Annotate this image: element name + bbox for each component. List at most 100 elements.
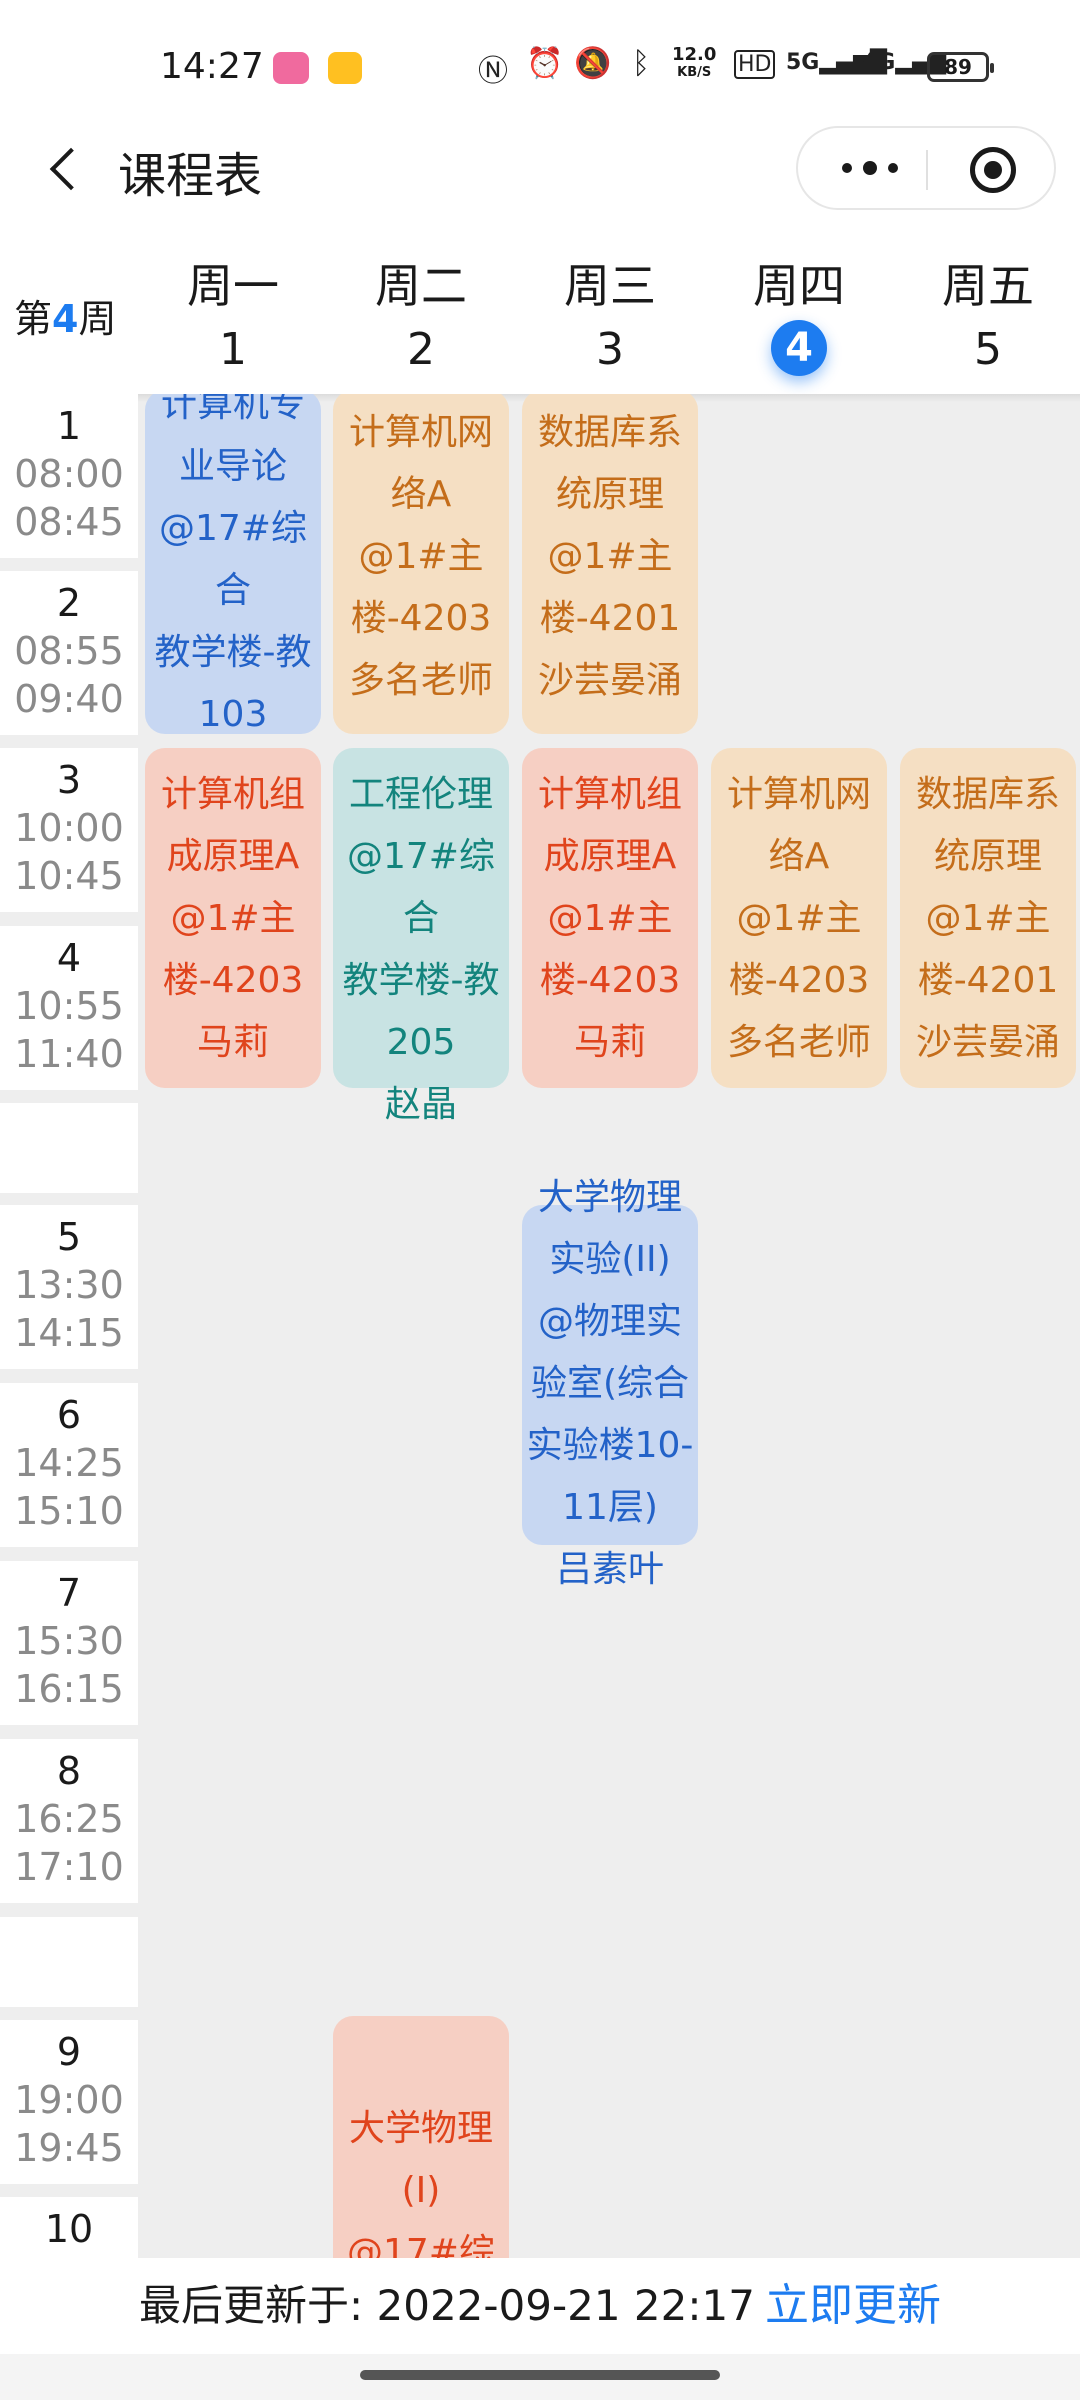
period-number: 3 (56, 758, 82, 802)
page-title: 课程表 (118, 148, 263, 204)
home-indicator[interactable] (360, 2370, 720, 2380)
capsule-divider (926, 150, 928, 190)
last-updated-text: 最后更新于: 2022-09-21 22:17 (139, 2281, 755, 2330)
day-date: 2 (407, 324, 435, 375)
course-line: (I) (401, 2170, 441, 2211)
title-bar: 课程表 (0, 120, 1080, 240)
course-line: 计算机网 (726, 774, 871, 815)
course-line: 教学楼-教 (342, 960, 500, 1001)
course-text: 数据库系 统原理 @1#主 楼-4201 沙芸晏涌 (522, 402, 698, 712)
day-date: 5 (974, 324, 1002, 375)
course-block[interactable]: 大学物理 (I) @17#综合 (333, 2016, 509, 2258)
course-line: 205 (386, 1022, 456, 1063)
update-footer: 最后更新于: 2022-09-21 22:17 立即更新 (0, 2258, 1080, 2354)
course-line: @1#主 (170, 898, 296, 939)
course-block[interactable]: 数据库系 统原理 @1#主 楼-4201 沙芸晏涌 (522, 394, 698, 734)
period-start-time: 16:25 (14, 1797, 124, 1841)
period-start-time: 14:25 (14, 1441, 124, 1485)
period-end-time: 11:40 (14, 1032, 124, 1076)
course-text: 大学物理 (I) @17#综合 (333, 2098, 509, 2258)
network-speed: 12.0 KB/S (672, 46, 716, 82)
period-10: 10 (0, 2197, 138, 2258)
course-line: 验室(综合 (530, 1363, 690, 1404)
course-line: 马莉 (196, 1022, 269, 1063)
course-line: 计算机网 (348, 412, 493, 453)
course-line: @1#主 (736, 898, 862, 939)
course-line: 计算机专 (160, 394, 305, 425)
course-line: @17#综合 (159, 508, 307, 611)
update-now-link[interactable]: 立即更新 (765, 2258, 941, 2354)
period-end-time: 17:10 (14, 1845, 124, 1889)
course-line: 大学物理 (348, 2108, 493, 2149)
battery-icon: 89 (927, 52, 994, 82)
course-text: 计算机网 络A @1#主 楼-4203 多名老师 (333, 402, 509, 712)
course-line: 楼-4201 (539, 598, 681, 639)
course-text: 计算机组成原理A @1#主楼-4203 马莉 (145, 764, 321, 1074)
course-line: 楼-4203 (162, 960, 304, 1001)
course-line: 多名老师 (726, 1022, 871, 1063)
course-text: 计算机专业导论@17#综合教学楼-教103魏战红 (145, 394, 321, 808)
course-line: 络A (768, 836, 830, 877)
more-menu-icon[interactable] (830, 148, 910, 188)
timetable-screen: 14:27 Ⓝ ⏰ 🔕 ᛒ 12.0 KB/S HD 5G▂▄▆█ 4G▂▄▆ … (0, 0, 1080, 2400)
week-selector[interactable]: 第4周 (14, 288, 116, 343)
day-name: 周三 (564, 259, 656, 313)
course-text: 数据库系 统原理 @1#主 楼-4201 沙芸晏涌 (900, 764, 1076, 1074)
course-line: 实验(II) (549, 1239, 671, 1280)
period-9: 9 19:00 19:45 (0, 2020, 138, 2184)
period-end-time: 09:40 (14, 677, 124, 721)
course-line: 计算机组 (537, 774, 682, 815)
period-end-time: 15:10 (14, 1489, 124, 1533)
day-name: 周一 (187, 259, 279, 313)
course-line: 成原理A (166, 836, 300, 877)
today-date-badge: 4 (771, 320, 827, 376)
break-gap (0, 1103, 138, 1193)
course-line: @1#主 (547, 898, 673, 939)
course-line: 业导论 (178, 446, 287, 487)
period-4: 4 10:55 11:40 (0, 926, 138, 1090)
break-gap (0, 1917, 138, 2007)
period-number: 2 (56, 581, 82, 625)
close-miniprogram-icon[interactable] (970, 147, 1016, 193)
course-line: 数据库系 (915, 774, 1060, 815)
period-number: 9 (56, 2030, 82, 2074)
week-number: 4 (52, 297, 79, 341)
course-line: 11层) (562, 1487, 658, 1528)
course-block[interactable]: 工程伦理 @17#综合 教学楼-教 205 赵晶 (333, 748, 509, 1125)
period-8: 8 16:25 17:10 (0, 1739, 138, 1903)
week-prefix: 第 (14, 297, 53, 341)
period-end-time: 14:15 (14, 1311, 124, 1355)
course-text: 大学物理 实验(II) @物理实 验室(综合 实验楼10- 11层) 吕素叶 (522, 1167, 698, 1601)
course-line: 计算机组 (160, 774, 305, 815)
course-line: @1#主 (358, 536, 484, 577)
course-block[interactable]: 大学物理 实验(II) @物理实 验室(综合 实验楼10- 11层) 吕素叶 (522, 1177, 698, 1590)
course-line: 楼-4201 (917, 960, 1059, 1001)
course-line: 数据库系 (537, 412, 682, 453)
bilibili-app-icon (273, 52, 309, 84)
day-name: 周二 (375, 259, 467, 313)
back-arrow-icon[interactable] (38, 140, 98, 200)
course-block[interactable]: 计算机专业导论@17#综合教学楼-教103魏战红 (145, 394, 321, 797)
schedule-grid: 1 08:00 08:45 2 08:55 09:40 3 10:00 10:45 4 10:55 1… (0, 394, 1080, 2258)
course-block[interactable]: 计算机组成原理A @1#主楼-4203 马莉 (145, 748, 321, 1088)
nfc-icon: Ⓝ (478, 54, 508, 89)
period-end-time: 08:45 (14, 500, 124, 544)
course-line: 统原理 (555, 474, 664, 515)
week-suffix: 周 (78, 297, 117, 341)
period-number: 5 (56, 1215, 82, 1259)
signal-4g-label: 4G (862, 50, 896, 75)
period-start-time: 19:00 (14, 2078, 124, 2122)
period-number: 6 (56, 1393, 82, 1437)
day-header-2: 周二 2 (333, 256, 509, 386)
period-start-time: 13:30 (14, 1263, 124, 1307)
period-3: 3 10:00 10:45 (0, 748, 138, 912)
period-6: 6 14:25 15:10 (0, 1383, 138, 1547)
course-block[interactable]: 计算机网 络A @1#主 楼-4203 多名老师 (711, 748, 887, 1088)
course-block[interactable]: 计算机网 络A @1#主 楼-4203 多名老师 (333, 394, 509, 734)
day-date: 3 (596, 324, 624, 375)
course-line: 楼-4203 (350, 598, 492, 639)
course-line: @1#主 (547, 536, 673, 577)
course-block[interactable]: 计算机组 成原理A @1#主 楼-4203 马莉 (522, 748, 698, 1088)
course-block[interactable]: 数据库系 统原理 @1#主 楼-4201 沙芸晏涌 (900, 748, 1076, 1088)
course-line: 统原理 (933, 836, 1042, 877)
